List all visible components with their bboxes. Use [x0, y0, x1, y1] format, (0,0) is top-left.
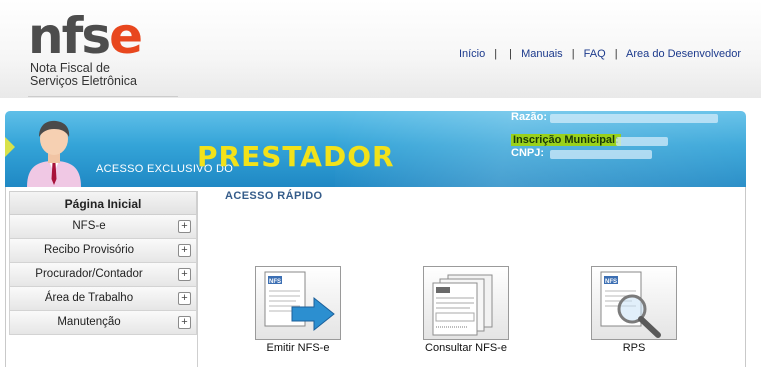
emit-nfse-icon[interactable]: NFS	[255, 266, 341, 340]
banner-arrow-icon	[5, 137, 15, 157]
nav-link-area-desenvolvedor[interactable]: Area do Desenvolvedor	[626, 48, 741, 60]
user-avatar-icon	[27, 120, 81, 187]
quick-access-consultar-nfse[interactable]: Consultar NFS-e	[406, 266, 526, 354]
sidebar-title[interactable]: Página Inicial	[9, 191, 197, 215]
nav-link-inicio[interactable]: Início	[459, 48, 485, 60]
nav-link-faq[interactable]: FAQ	[584, 48, 606, 60]
svg-text:NFS: NFS	[269, 279, 281, 285]
expand-plus-icon[interactable]: +	[178, 292, 191, 305]
sidebar-item-procurador-contador[interactable]: Procurador/Contador +	[9, 263, 197, 287]
quick-access-rps[interactable]: NFS RPS	[574, 266, 694, 354]
page: nfse Nota Fiscal de Serviços Eletrônica …	[0, 0, 761, 367]
expand-plus-icon[interactable]: +	[178, 244, 191, 257]
nav-link-manuais[interactable]: Manuais	[521, 48, 563, 60]
nav-separator: |	[614, 48, 618, 60]
cnpj-value-redacted	[550, 150, 652, 159]
sidebar-item-recibo-provisorio[interactable]: Recibo Provisório +	[9, 239, 197, 263]
top-header: nfse Nota Fiscal de Serviços Eletrônica …	[0, 0, 761, 98]
logo-underline	[28, 96, 178, 97]
nfse-logo[interactable]: nfse Nota Fiscal de Serviços Eletrônica	[28, 7, 178, 97]
quick-access-emitir-nfse[interactable]: NFS Emitir NFS-e	[238, 266, 358, 354]
logo-wordmark: nfse	[28, 7, 143, 65]
quick-access-title: ACESSO RÁPIDO	[225, 190, 323, 202]
sidebar-item-label: Recibo Provisório	[43, 244, 135, 256]
consult-nfse-icon[interactable]	[423, 266, 509, 340]
quick-access-label: Consultar NFS-e	[425, 342, 507, 354]
quick-access-label: RPS	[622, 342, 646, 354]
rps-icon[interactable]: NFS	[591, 266, 677, 340]
sidebar-item-label: Manutenção	[57, 316, 121, 328]
logo-subtitle: Nota Fiscal de Serviços Eletrônica	[30, 61, 137, 88]
nav-separator: |	[571, 48, 575, 60]
expand-plus-icon[interactable]: +	[178, 268, 191, 281]
sidebar-item-label: Área de Trabalho	[44, 292, 134, 304]
nav-separator: |	[509, 48, 513, 60]
cnpj-label: CNPJ:	[511, 147, 545, 159]
razao-label: Razão:	[511, 111, 548, 123]
svg-text:NFS: NFS	[605, 279, 617, 285]
banner-role-title: PRESTADOR	[197, 140, 395, 173]
sidebar-item-area-de-trabalho[interactable]: Área de Trabalho +	[9, 287, 197, 311]
top-navigation: Início | | Manuais | FAQ | Area do Desenv…	[459, 48, 741, 60]
nav-separator: |	[494, 48, 498, 60]
sidebar-item-manutencao[interactable]: Manutenção +	[9, 311, 197, 335]
razao-value-redacted	[550, 114, 718, 123]
expand-plus-icon[interactable]: +	[178, 316, 191, 329]
inscricao-value-redacted	[616, 137, 668, 146]
sidebar-menu: Página Inicial NFS-e + Recibo Provisório…	[9, 191, 198, 367]
quick-access-label: Emitir NFS-e	[266, 342, 330, 354]
sidebar-item-label: NFS-e	[72, 220, 106, 232]
expand-plus-icon[interactable]: +	[178, 220, 191, 233]
sidebar-item-nfse[interactable]: NFS-e +	[9, 215, 197, 239]
inscricao-municipal-label: Inscrição Municipal:	[511, 134, 621, 146]
sidebar-item-label: Procurador/Contador	[35, 268, 143, 280]
